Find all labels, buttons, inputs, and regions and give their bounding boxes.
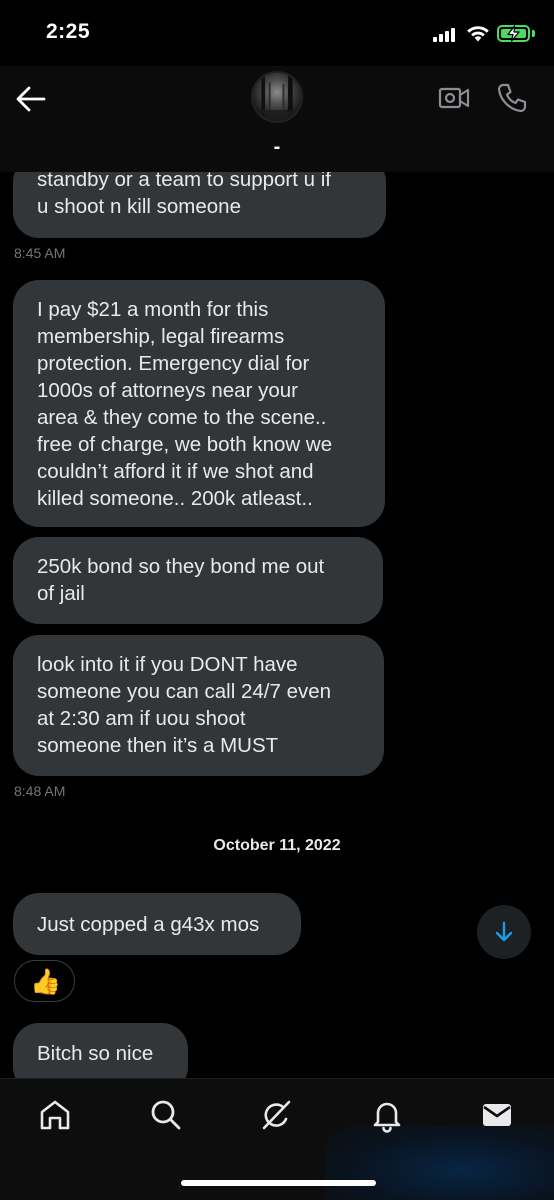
home-indicator[interactable]	[181, 1180, 376, 1186]
search-icon	[151, 1100, 181, 1130]
charging-bolt-icon	[507, 25, 520, 42]
message-bubble[interactable]: 250k bond so they bond me out of jail	[13, 537, 383, 624]
message-text: Bitch so nice	[37, 1042, 154, 1065]
message-bubble[interactable]: standby or a team to support u if u shoo…	[13, 172, 386, 238]
scroll-to-bottom-button[interactable]	[477, 905, 531, 959]
avatar-forest-image	[253, 74, 301, 121]
contact-name[interactable]: -	[0, 136, 554, 159]
battery-cap	[532, 30, 535, 37]
message-text: standby or a team to support u if u shoo…	[37, 172, 331, 218]
bell-icon	[373, 1102, 401, 1133]
arrow-down-icon	[495, 921, 513, 942]
thumbs-up-icon: 👍	[30, 968, 62, 996]
tab-search[interactable]	[148, 1097, 184, 1133]
message-bubble[interactable]: Just copped a g43x mos	[13, 893, 301, 955]
status-bar: 2:25	[0, 0, 554, 66]
tab-messages[interactable]	[479, 1097, 515, 1133]
message-text: look into it if you DONT have someone yo…	[37, 653, 332, 757]
message-feed[interactable]: standby or a team to support u if u shoo…	[0, 172, 554, 1078]
wifi-icon	[467, 26, 489, 42]
conversation-header: -	[0, 66, 554, 172]
tab-home[interactable]	[37, 1097, 73, 1133]
tab-notifications[interactable]	[369, 1097, 405, 1133]
message-bubble[interactable]: I pay $21 a month for this membership, l…	[13, 280, 385, 527]
video-camera-icon[interactable]	[438, 84, 470, 112]
message-bubble[interactable]: Bitch so nice	[13, 1023, 188, 1078]
reaction-badge[interactable]: 👍	[14, 960, 75, 1002]
avatar[interactable]	[251, 71, 303, 123]
grok-icon	[262, 1100, 291, 1130]
date-separator: October 11, 2022	[213, 837, 341, 854]
phone-icon[interactable]	[496, 82, 528, 114]
composer-glow	[325, 1125, 554, 1200]
message-text: 250k bond so they bond me out of jail	[37, 555, 325, 605]
home-icon	[40, 1100, 70, 1130]
cellular-signal-icon	[433, 28, 459, 42]
message-text: Just copped a g43x mos	[37, 913, 260, 936]
envelope-icon	[483, 1104, 511, 1126]
message-text: I pay $21 a month for this membership, l…	[37, 298, 333, 510]
status-time: 2:25	[46, 20, 91, 43]
arrow-left-icon[interactable]	[14, 84, 48, 114]
message-timestamp: 8:45 AM	[14, 245, 66, 261]
message-timestamp: 8:48 AM	[14, 783, 66, 799]
message-bubble[interactable]: look into it if you DONT have someone yo…	[13, 635, 384, 776]
tab-grok[interactable]	[258, 1097, 294, 1133]
